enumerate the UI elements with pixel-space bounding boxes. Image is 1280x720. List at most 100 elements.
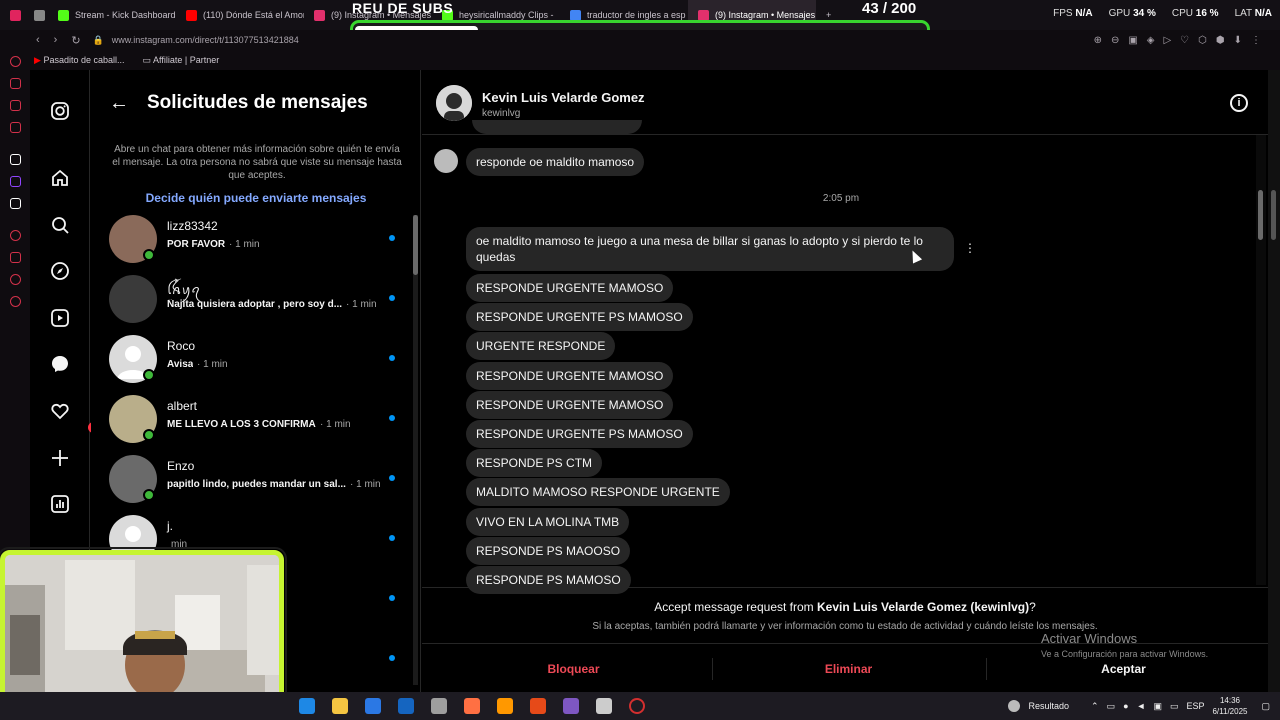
browser-tab[interactable] (24, 0, 48, 30)
firefox-icon[interactable] (464, 698, 480, 714)
request-list-item[interactable]: albert ME LLEVO A LOS 3 CONFIRMA · 1 min (109, 395, 409, 447)
heart-icon[interactable] (49, 400, 71, 422)
sidebar-app-icon[interactable] (10, 252, 21, 263)
message-bubble[interactable]: RESPONDE URGENTE PS MAMOSO (466, 303, 693, 332)
request-sender-name: lizz83342 (167, 219, 218, 233)
language-indicator[interactable]: ESP (1186, 701, 1204, 711)
messenger-icon[interactable] (49, 353, 71, 375)
volume-icon[interactable]: ◄ (1137, 701, 1146, 711)
requests-scrollbar-thumb[interactable] (413, 215, 418, 275)
stream-goal-count: 43 / 200 (862, 0, 917, 17)
battery-icon[interactable]: ▭ (1170, 701, 1179, 712)
settings-icon[interactable] (10, 296, 21, 307)
message-bubble[interactable]: responde oe maldito mamoso (466, 148, 645, 176)
request-time: · 1 min (320, 419, 351, 430)
x-icon[interactable] (10, 198, 21, 209)
tray-label[interactable]: Resultado (1028, 701, 1069, 711)
info-icon[interactable]: i (1230, 94, 1248, 112)
more-options-icon[interactable]: ⋮ (964, 241, 976, 255)
sender-avatar[interactable] (434, 149, 458, 173)
message-bubble[interactable]: RESPONDE URGENTE MAMOSO (466, 361, 674, 390)
tab-favicon-icon (314, 9, 325, 21)
sidebar-app-icon[interactable] (10, 100, 21, 111)
page-scrollbar[interactable] (1268, 70, 1280, 692)
message-bubble[interactable]: RESPONDE URGENTE MAMOSO (466, 274, 674, 302)
opera-icon[interactable] (629, 698, 645, 714)
message-bubble[interactable]: MALDITO MAMOSO RESPONDE URGENTE (466, 478, 730, 507)
app-icon[interactable] (431, 698, 447, 714)
chat-scrollbar-thumb[interactable] (1258, 190, 1263, 240)
mic-icon[interactable]: ● (1123, 701, 1128, 711)
accept-button[interactable]: Aceptar (986, 662, 1261, 676)
request-list-item[interactable]: Enzo papitlo lindo, puedes mandar un sal.… (109, 455, 409, 507)
lat-label: LAT (1234, 8, 1252, 19)
clock[interactable]: 14:36 6/11/2025 (1212, 695, 1247, 717)
toolbar-icons[interactable]: ⊕⊖▣◈▷♡⬡⬢⬇⋮ (1094, 35, 1270, 46)
avatar[interactable] (436, 85, 472, 121)
notification-icon[interactable]: ▢ (1261, 701, 1270, 712)
back-arrow-icon[interactable]: ← (109, 92, 129, 115)
app-icon[interactable] (563, 698, 579, 714)
url-field[interactable]: www.instagram.com/direct/t/1130775134218… (112, 35, 299, 45)
lat-value: N/A (1254, 8, 1272, 19)
reload-icon[interactable]: ↻ (71, 34, 80, 47)
accept-request-title: Accept message request from Kevin Luis V… (654, 600, 1036, 614)
instagram-logo-icon[interactable] (49, 100, 71, 122)
page-scrollbar-thumb[interactable] (1271, 190, 1276, 240)
browser-tab[interactable]: Stream - Kick Dashboard (48, 0, 176, 30)
forward-icon[interactable]: › (54, 34, 58, 46)
chat-contact-name[interactable]: Kevin Luis Velarde Gomez (482, 90, 645, 105)
browser-tab[interactable]: (110) Dónde Está el Amor (176, 0, 304, 30)
message-bubble[interactable]: RESPONDE URGENTE MAMOSO (466, 390, 674, 419)
sidebar-app-icon[interactable] (10, 122, 21, 133)
delete-button[interactable]: Eliminar (711, 662, 986, 676)
who-can-message-link[interactable]: Decide quién puede enviarte mensajes (91, 191, 421, 205)
explore-icon[interactable] (49, 260, 71, 282)
create-icon[interactable] (49, 447, 71, 469)
request-sender-name: Roco (167, 339, 196, 353)
sidebar-app-icon[interactable] (10, 78, 21, 89)
request-list-item[interactable]: ꪶꫝ꫁ꪗꪖ Ñajita quisiera adoptar , pero soy … (109, 275, 409, 327)
message-bubble[interactable]: RESPONDE URGENTE PS MAMOSO (466, 420, 693, 448)
sidebar-app-icon[interactable] (10, 56, 21, 67)
search-icon[interactable] (49, 214, 71, 236)
bookmark-item[interactable]: ▶ Pasadito de caball... (34, 55, 125, 66)
app-icon[interactable] (530, 698, 546, 714)
request-time: · 1 min (229, 239, 260, 250)
chevron-up-icon[interactable]: ⌃ (1091, 701, 1099, 712)
app-icon[interactable] (596, 698, 612, 714)
edge-icon[interactable] (299, 698, 315, 714)
fps-label: FPS (1053, 8, 1073, 19)
online-status-dot (143, 489, 155, 501)
message-bubble[interactable]: URGENTE RESPONDE (466, 332, 616, 361)
message-bubble[interactable]: oe maldito mamoso te juego a una mesa de… (466, 227, 954, 271)
tab-favicon-icon (34, 9, 45, 21)
sidebar-app-icon[interactable] (10, 274, 21, 285)
store-icon[interactable] (365, 698, 381, 714)
vlc-icon[interactable] (497, 698, 513, 714)
youtube-icon: ▶ (34, 54, 41, 65)
twitch-icon[interactable] (10, 176, 21, 187)
hardware-icon[interactable]: ▭ (1107, 701, 1116, 712)
sidebar-app-icon[interactable] (10, 230, 21, 241)
network-icon[interactable]: ▣ (1153, 701, 1162, 712)
requests-scrollbar[interactable] (413, 215, 418, 685)
file-explorer-icon[interactable] (332, 698, 348, 714)
dashboard-icon[interactable] (49, 493, 71, 515)
home-icon[interactable] (49, 167, 71, 189)
block-button[interactable]: Bloquear (436, 662, 711, 676)
request-list-item[interactable]: Roco Avisa · 1 min (109, 335, 409, 387)
online-status-dot (143, 429, 155, 441)
message-bubble[interactable]: RESPONDE PS CTM (466, 449, 603, 478)
bookmark-item[interactable]: ▭ Affiliate | Partner (143, 55, 220, 66)
reels-icon[interactable] (49, 307, 71, 329)
browser-tab[interactable] (0, 0, 24, 30)
back-icon[interactable]: ‹ (36, 34, 40, 46)
sidebar-app-icon[interactable] (10, 154, 21, 165)
outlook-icon[interactable] (398, 698, 414, 714)
message-bubble[interactable]: REPSONDE PS MAOOSO (466, 536, 631, 565)
windows-taskbar: Resultado ⌃ ▭ ● ◄ ▣ ▭ ESP 14:36 6/11/2025… (0, 692, 1280, 720)
weather-icon[interactable] (1008, 700, 1021, 712)
message-bubble[interactable]: VIVO EN LA MOLINA TMB (466, 507, 630, 536)
request-list-item[interactable]: lizz83342 POR FAVOR · 1 min (109, 215, 409, 267)
